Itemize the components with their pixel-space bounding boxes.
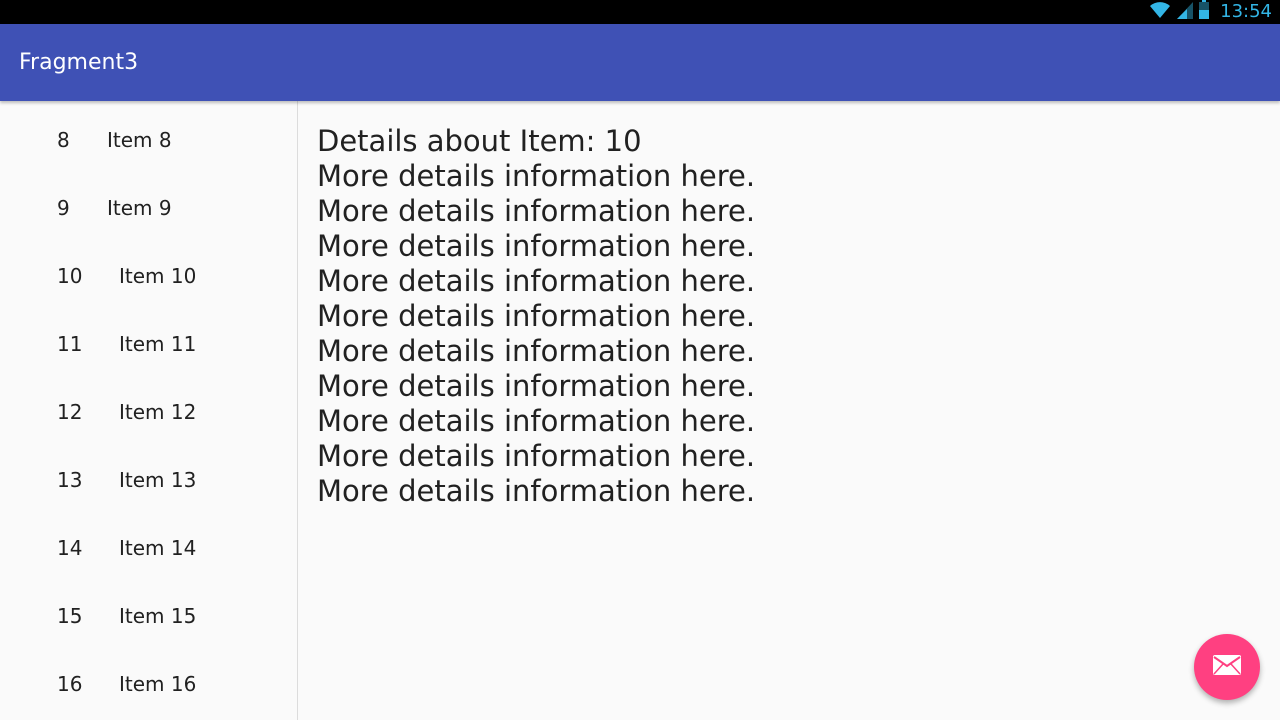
- detail-line: More details information here.: [317, 474, 756, 508]
- item-id: 8: [57, 128, 70, 152]
- item-list[interactable]: 8 Item 8 9 Item 9 10 Item 10 11 Item 11 …: [0, 101, 298, 720]
- item-id: 15: [57, 604, 83, 628]
- wifi-icon: [1148, 0, 1172, 24]
- list-item[interactable]: 11 Item 11: [0, 305, 297, 373]
- list-item[interactable]: 16 Item 16: [0, 645, 297, 713]
- item-id: 10: [57, 264, 83, 288]
- list-item[interactable]: 9 Item 9: [0, 169, 297, 237]
- detail-title: Details about Item: 10: [317, 124, 642, 158]
- item-content: Item 12: [119, 400, 197, 424]
- list-item[interactable]: 8 Item 8: [0, 101, 297, 169]
- battery-icon: [1198, 0, 1210, 24]
- email-icon: [1212, 654, 1242, 680]
- app-bar: Fragment3: [0, 24, 1280, 101]
- item-content: Item 11: [119, 332, 197, 356]
- item-id: 9: [57, 196, 70, 220]
- item-id: 12: [57, 400, 83, 424]
- detail-line: More details information here.: [317, 159, 756, 193]
- item-content: Item 13: [119, 468, 197, 492]
- detail-line: More details information here.: [317, 334, 756, 368]
- detail-line: More details information here.: [317, 264, 756, 298]
- detail-line: More details information here.: [317, 369, 756, 403]
- item-content: Item 15: [119, 604, 197, 628]
- item-content: Item 14: [119, 536, 197, 560]
- detail-line: More details information here.: [317, 439, 756, 473]
- status-bar: 13:54: [0, 0, 1280, 24]
- page-title: Fragment3: [19, 50, 139, 75]
- item-id: 11: [57, 332, 83, 356]
- detail-line: More details information here.: [317, 299, 756, 333]
- list-item[interactable]: 15 Item 15: [0, 577, 297, 645]
- detail-line: More details information here.: [317, 404, 756, 438]
- status-icons: 13:54: [1148, 0, 1272, 24]
- cell-signal-icon: [1176, 0, 1194, 24]
- detail-line: More details information here.: [317, 194, 756, 228]
- list-item[interactable]: 14 Item 14: [0, 509, 297, 577]
- item-content: Item 16: [119, 672, 197, 696]
- item-content: Item 8: [107, 128, 172, 152]
- list-item[interactable]: 13 Item 13: [0, 441, 297, 509]
- detail-line: More details information here.: [317, 229, 756, 263]
- item-content: Item 9: [107, 196, 172, 220]
- item-id: 14: [57, 536, 83, 560]
- item-id: 16: [57, 672, 83, 696]
- list-item[interactable]: 12 Item 12: [0, 373, 297, 441]
- email-fab-button[interactable]: [1194, 634, 1260, 700]
- item-detail: Details about Item: 10 More details info…: [317, 124, 1257, 509]
- status-time: 13:54: [1220, 1, 1272, 22]
- list-item[interactable]: 10 Item 10: [0, 237, 297, 305]
- item-content: Item 10: [119, 264, 197, 288]
- item-id: 13: [57, 468, 83, 492]
